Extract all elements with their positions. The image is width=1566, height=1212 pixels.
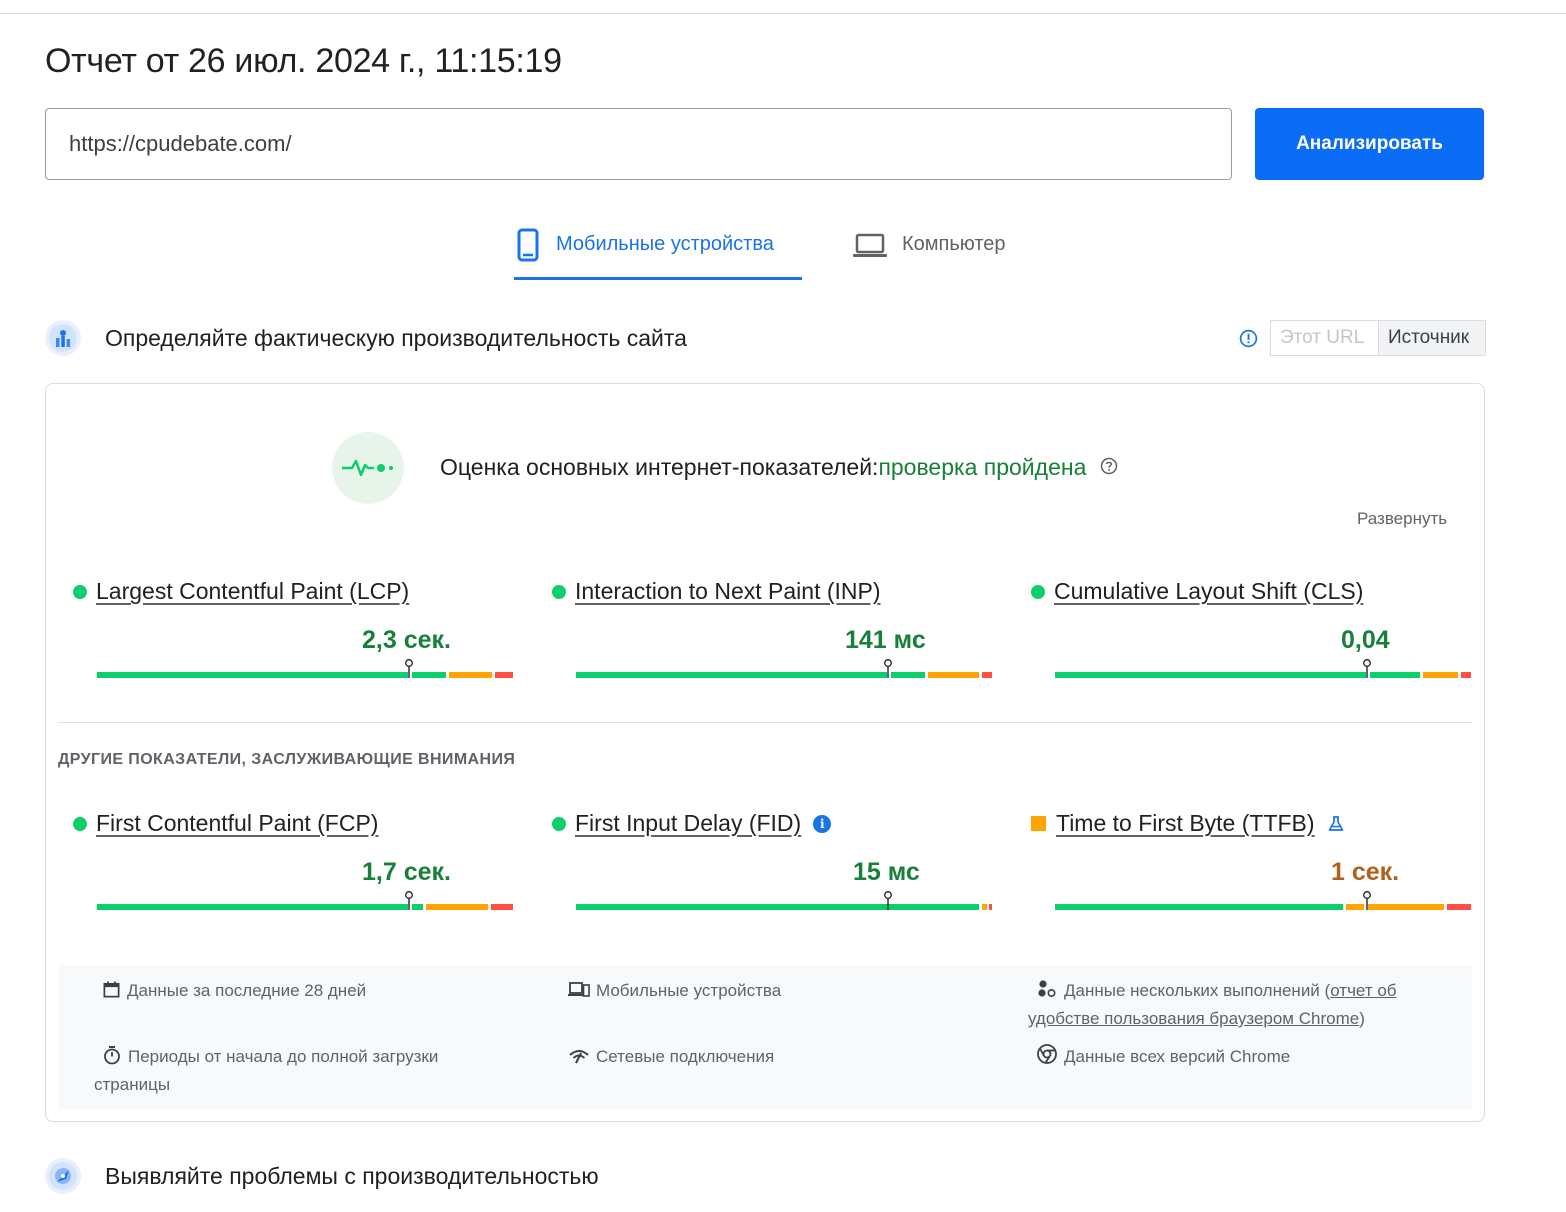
- section-divider: [58, 722, 1472, 723]
- info-outline-icon[interactable]: [1239, 329, 1258, 353]
- url-origin-toggle: Этот URL Источник: [1270, 320, 1486, 356]
- metric-value: 1,7 сек.: [362, 858, 451, 886]
- info-chrome-versions-text: Данные всех версий Chrome: [1064, 1047, 1291, 1066]
- lab-diagnostics-icon: [45, 1158, 81, 1194]
- top-divider: [0, 13, 1566, 14]
- good-status-icon: [73, 584, 87, 599]
- percentile-marker-icon: [1363, 659, 1371, 678]
- chrome-icon: [1037, 1044, 1057, 1064]
- metric-ttfb: Time to First Byte (TTFB) 1 сек.: [1031, 810, 1471, 920]
- toggle-this-url[interactable]: Этот URL: [1271, 321, 1379, 355]
- percentile-marker-icon: [405, 891, 413, 910]
- good-status-icon: [1031, 584, 1045, 599]
- good-status-icon: [552, 816, 566, 831]
- distribution-bar: [1055, 659, 1471, 678]
- field-data-icon: [45, 320, 81, 356]
- help-icon[interactable]: [1100, 454, 1118, 481]
- metric-value: 0,04: [1341, 626, 1390, 654]
- stopwatch-icon: [104, 1046, 120, 1065]
- metric-lcp: Largest Contentful Paint (LCP) 2,3 сек.: [73, 578, 513, 688]
- lab-section-title: Выявляйте проблемы с производительностью: [105, 1162, 599, 1189]
- analyze-button[interactable]: Анализировать: [1255, 108, 1484, 180]
- expand-link[interactable]: Развернуть: [1357, 509, 1447, 529]
- smartphone-icon: [514, 228, 542, 268]
- metric-name[interactable]: First Input Delay (FID): [575, 810, 801, 837]
- field-section-header: Определяйте фактическую производительнос…: [45, 320, 687, 356]
- info-filled-icon[interactable]: i: [813, 814, 832, 833]
- metric-name[interactable]: First Contentful Paint (FCP): [96, 810, 378, 837]
- good-status-icon: [552, 584, 566, 599]
- info-runs: Данные нескольких выполнений (отчет об у…: [1028, 977, 1458, 1033]
- metric-name[interactable]: Largest Contentful Paint (LCP): [96, 578, 409, 605]
- lab-section-header: Выявляйте проблемы с производительностью: [45, 1158, 599, 1194]
- tab-mobile-label: Мобильные устройства: [556, 233, 774, 255]
- url-input[interactable]: https://cpudebate.com/: [45, 108, 1232, 180]
- info-period: Данные за последние 28 дней: [102, 977, 522, 1005]
- data-info-panel: Данные за последние 28 дней Мобильные ус…: [58, 965, 1472, 1109]
- info-duration: Периоды от начала до полной загрузки стр…: [94, 1043, 514, 1099]
- distribution-bar: [576, 891, 992, 910]
- metric-name[interactable]: Interaction to Next Paint (INP): [575, 578, 881, 605]
- flask-icon[interactable]: [1327, 815, 1345, 833]
- page-title: Отчет от 26 июл. 2024 г., 11:15:19: [45, 42, 562, 80]
- info-duration-text: Периоды от начала до полной загрузки стр…: [94, 1047, 439, 1094]
- info-devices: Мобильные устройства: [568, 977, 988, 1005]
- tab-desktop-label: Компьютер: [902, 233, 1006, 255]
- percentile-marker-icon: [884, 891, 892, 910]
- field-section-title: Определяйте фактическую производительнос…: [105, 324, 687, 351]
- percentile-marker-icon: [1363, 891, 1371, 910]
- distribution-bar: [1055, 891, 1471, 910]
- distribution-bar: [97, 659, 513, 678]
- info-network: Сетевые подключения: [568, 1043, 988, 1071]
- percentile-marker-icon: [405, 659, 413, 678]
- tab-desktop[interactable]: Компьютер: [852, 222, 1032, 280]
- metric-value: 2,3 сек.: [362, 626, 451, 654]
- info-period-text: Данные за последние 28 дней: [127, 981, 367, 1000]
- other-metrics-heading: ДРУГИЕ ПОКАЗАТЕЛИ, ЗАСЛУЖИВАЮЩИЕ ВНИМАНИ…: [58, 751, 516, 768]
- good-status-icon: [73, 816, 87, 831]
- cwv-assessment-label: Оценка основных интернет-показателей:: [440, 454, 879, 480]
- tab-mobile[interactable]: Мобильные устройства: [514, 222, 802, 280]
- calendar-icon: [103, 981, 120, 998]
- laptop-icon: [852, 232, 888, 266]
- pulse-icon: [332, 432, 404, 504]
- devices-icon: [568, 982, 590, 997]
- info-runs-suffix: ): [1359, 1009, 1365, 1028]
- percentile-marker-icon: [884, 659, 892, 678]
- info-devices-text: Мобильные устройства: [596, 981, 782, 1000]
- metric-name[interactable]: Cumulative Layout Shift (CLS): [1054, 578, 1363, 605]
- metric-fid: First Input Delay (FID) i 15 мс: [552, 810, 992, 920]
- metric-inp: Interaction to Next Paint (INP) 141 мс: [552, 578, 992, 688]
- network-icon: [569, 1050, 589, 1064]
- multiple-runs-icon: [1038, 980, 1056, 998]
- metric-value: 15 мс: [853, 858, 920, 886]
- distribution-bar: [97, 891, 513, 910]
- metric-value: 1 сек.: [1331, 858, 1400, 886]
- metric-fcp: First Contentful Paint (FCP) 1,7 сек.: [73, 810, 513, 920]
- metric-value: 141 мс: [845, 626, 926, 654]
- toggle-origin[interactable]: Источник: [1379, 321, 1485, 355]
- cwv-assessment-status: проверка пройдена: [878, 454, 1087, 480]
- average-status-icon: [1031, 816, 1046, 831]
- info-network-text: Сетевые подключения: [596, 1047, 775, 1066]
- info-runs-text: Данные нескольких выполнений (: [1064, 981, 1331, 1000]
- info-chrome-versions: Данные всех версий Chrome: [1036, 1043, 1456, 1071]
- metric-cls: Cumulative Layout Shift (CLS) 0,04: [1031, 578, 1471, 688]
- cwv-assessment: Оценка основных интернет-показателей: про…: [440, 454, 1118, 481]
- metric-name[interactable]: Time to First Byte (TTFB): [1056, 810, 1315, 837]
- distribution-bar: [576, 659, 992, 678]
